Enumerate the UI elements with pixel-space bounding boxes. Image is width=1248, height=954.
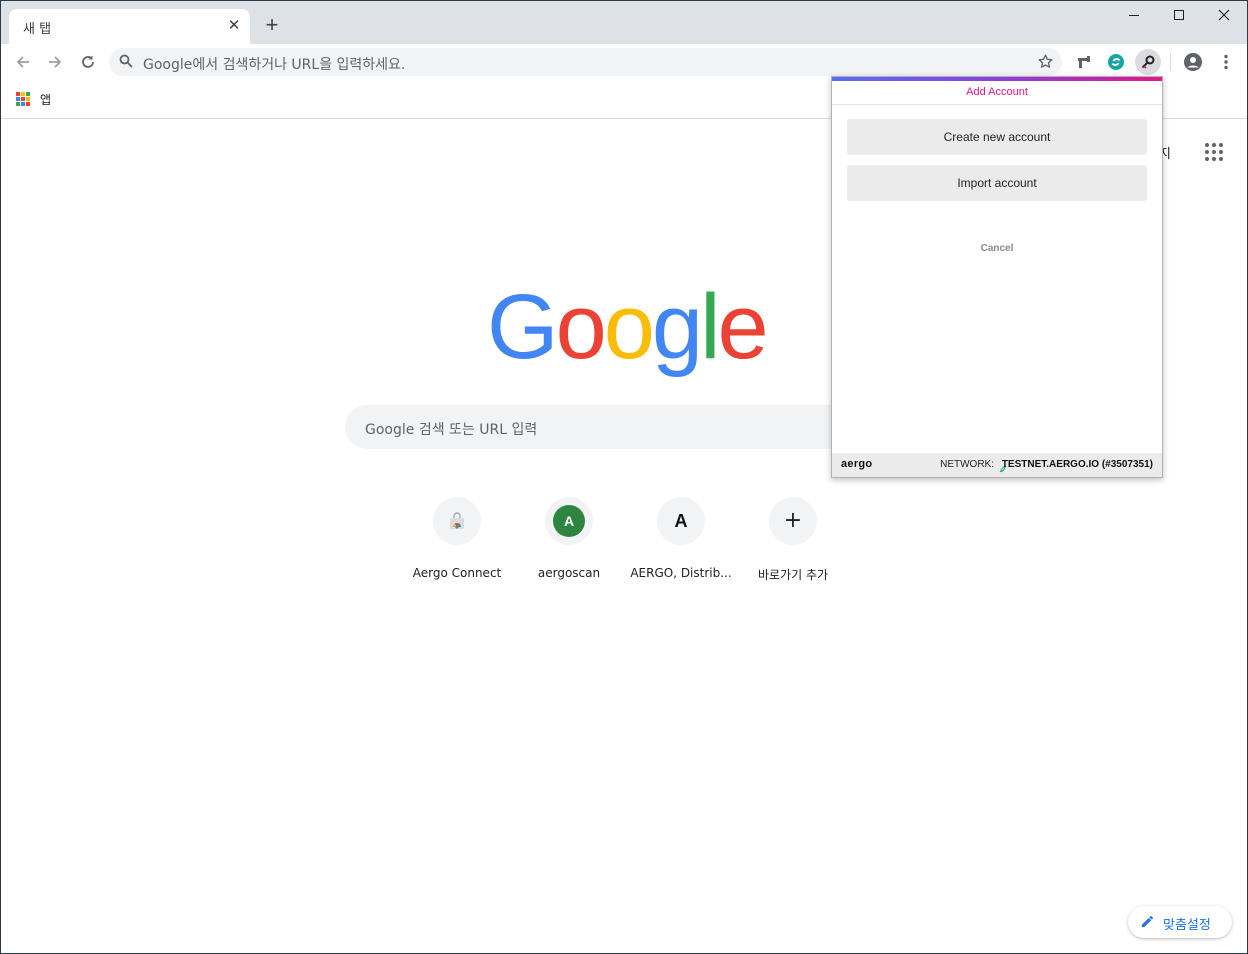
tile-label: Aergo Connect bbox=[412, 566, 502, 580]
apps-shortcut-label[interactable]: 앱 bbox=[40, 91, 51, 108]
shortcut-tile-aergo-connect[interactable]: Aergo Connect bbox=[401, 497, 513, 593]
logo-letter: o bbox=[603, 276, 655, 378]
add-shortcut-icon: + bbox=[769, 497, 817, 545]
apps-grid-icon[interactable] bbox=[16, 92, 30, 106]
logo-letter: e bbox=[717, 276, 769, 378]
close-tab-icon[interactable]: ✕ bbox=[226, 18, 242, 34]
ntp-search-placeholder: Google 검색 또는 URL 입력 bbox=[365, 422, 538, 438]
maximize-icon[interactable] bbox=[1156, 5, 1202, 29]
forward-icon[interactable] bbox=[43, 50, 67, 74]
reload-icon[interactable] bbox=[76, 50, 100, 74]
aergo-favicon: A bbox=[657, 497, 705, 545]
google-apps-icon[interactable] bbox=[1205, 143, 1223, 161]
network-value[interactable]: TESTNET.AERGO.IO (#3507351) bbox=[1002, 459, 1153, 470]
letter-a-icon: A bbox=[553, 505, 585, 537]
tab-title: 새 탭 bbox=[23, 22, 52, 37]
shortcut-tile-aergo-distrib[interactable]: A AERGO, Distrib... bbox=[625, 497, 737, 593]
toolbar-separator bbox=[1170, 53, 1171, 71]
logo-letter: o bbox=[555, 276, 607, 378]
browser-window: 새 탭 ✕ + Google에서 검색하거나 URL을 입력하세요. 앱 지 G… bbox=[0, 0, 1248, 954]
logo-letter: l bbox=[700, 276, 721, 378]
shortcut-tile-add[interactable]: + 바로가기 추가 bbox=[737, 497, 849, 593]
logo-letter: G bbox=[487, 276, 559, 378]
aergoscan-favicon: A bbox=[545, 497, 593, 545]
create-new-account-button[interactable]: Create new account bbox=[847, 119, 1147, 155]
minimize-icon[interactable] bbox=[1111, 5, 1157, 29]
popup-accent-bar bbox=[832, 77, 1162, 81]
ntp-search-box[interactable]: Google 검색 또는 URL 입력 bbox=[345, 405, 905, 449]
browser-toolbar: Google에서 검색하거나 URL을 입력하세요. bbox=[1, 44, 1247, 80]
tile-label: 바로가기 추가 bbox=[757, 568, 829, 582]
close-window-icon[interactable] bbox=[1201, 5, 1247, 29]
tab-strip: 새 탭 ✕ + bbox=[1, 1, 1247, 44]
import-account-button[interactable]: Import account bbox=[847, 165, 1147, 201]
network-label: NETWORK: bbox=[940, 459, 994, 470]
tile-label: aergoscan bbox=[537, 566, 601, 580]
address-bar-placeholder: Google에서 검색하거나 URL을 입력하세요. bbox=[143, 57, 406, 73]
customize-label: 맞춤설정 bbox=[1163, 918, 1211, 933]
search-icon bbox=[119, 54, 133, 73]
tab-new-tab[interactable]: 새 탭 ✕ bbox=[9, 9, 250, 44]
customize-button[interactable]: 맞춤설정 bbox=[1128, 906, 1232, 938]
popup-footer: aergo NETWORK: TESTNET.AERGO.IO (#350735… bbox=[832, 453, 1162, 477]
back-icon[interactable] bbox=[11, 50, 35, 74]
shortcut-tile-aergoscan[interactable]: A aergoscan bbox=[513, 497, 625, 593]
letter-a-icon: A bbox=[674, 510, 688, 531]
aergo-connect-popup: Add Account Create new account Import ac… bbox=[831, 76, 1163, 478]
aergo-connect-extension-icon[interactable] bbox=[1135, 49, 1161, 75]
aergo-logo: aergo bbox=[841, 458, 873, 470]
popup-divider bbox=[832, 104, 1162, 105]
tile-label: AERGO, Distrib... bbox=[630, 566, 732, 580]
bookmark-star-icon[interactable] bbox=[1037, 53, 1054, 75]
pencil-icon bbox=[1140, 914, 1155, 934]
new-tab-button[interactable]: + bbox=[260, 14, 284, 38]
logo-letter: g bbox=[651, 276, 703, 378]
address-bar[interactable]: Google에서 검색하거나 URL을 입력하세요. bbox=[109, 48, 1062, 76]
profile-icon[interactable] bbox=[1181, 50, 1205, 74]
menu-kebab-icon[interactable] bbox=[1214, 50, 1238, 74]
cancel-button[interactable]: Cancel bbox=[832, 243, 1162, 254]
extension-2-icon[interactable] bbox=[1104, 50, 1128, 74]
plus-icon: + bbox=[783, 508, 803, 533]
extension-1-icon[interactable] bbox=[1072, 50, 1096, 74]
chrome-webstore-icon bbox=[433, 497, 481, 545]
popup-title: Add Account bbox=[966, 86, 1028, 98]
google-logo: Google bbox=[487, 276, 769, 378]
